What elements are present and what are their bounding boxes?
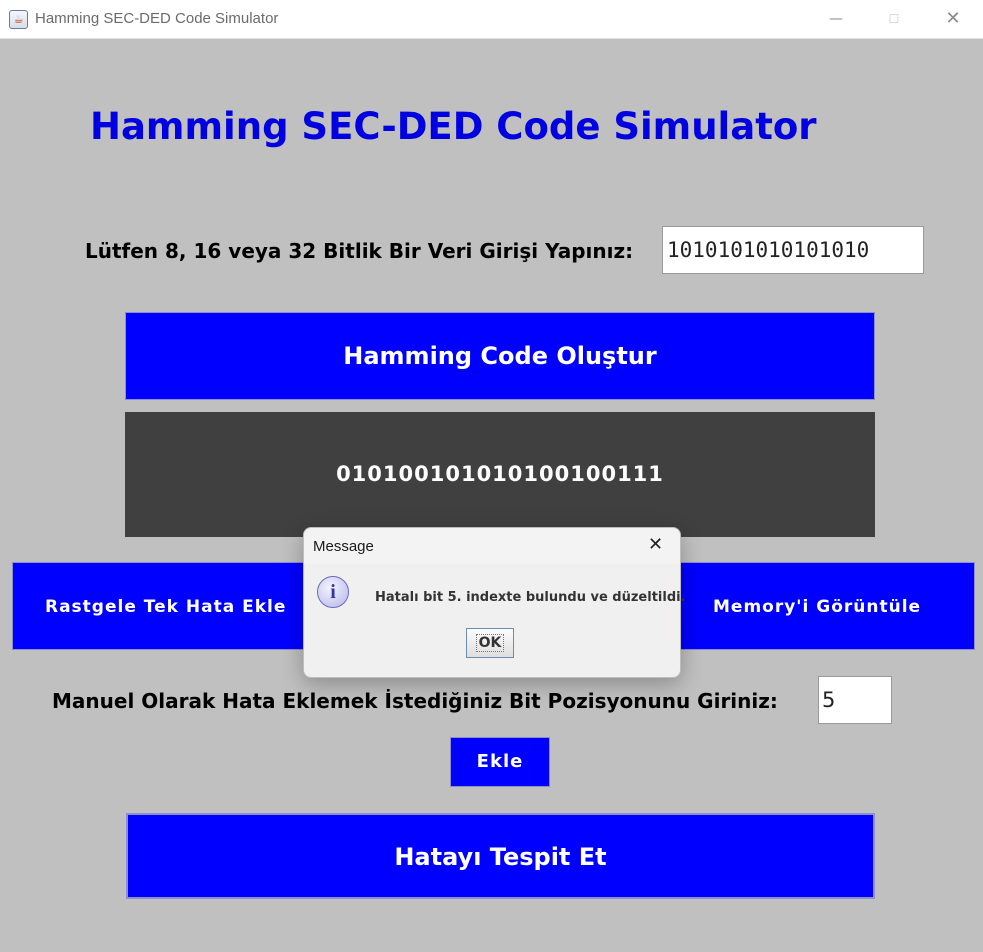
hamming-code-output: 010100101010100100111 [125,412,875,537]
dialog-titlebar: Message ✕ [304,528,680,564]
window-titlebar: ☕ Hamming SEC-DED Code Simulator — ☐ ✕ [0,0,983,39]
maximize-icon[interactable]: ☐ [866,0,922,38]
random-error-button[interactable]: Rastgele Tek Hata Ekle [12,562,312,650]
info-icon: i [317,576,349,608]
dialog-title: Message [313,538,374,555]
view-memory-button[interactable]: Memory'i Görüntüle [670,562,975,650]
generate-hamming-button[interactable]: Hamming Code Oluştur [125,312,875,400]
minimize-icon[interactable]: — [808,0,864,38]
message-dialog: Message ✕ i Hatalı bit 5. indexte bulund… [303,527,686,678]
close-icon[interactable]: ✕ [925,0,981,38]
java-cup-icon: ☕ [9,10,28,29]
ok-button-label: OK [475,634,505,652]
page-title: Hamming SEC-DED Code Simulator [90,105,817,148]
dialog-close-icon[interactable]: ✕ [648,534,663,555]
window-title: Hamming SEC-DED Code Simulator [35,10,279,27]
manual-position-label: Manuel Olarak Hata Eklemek İstediğiniz B… [52,689,778,713]
dialog-message: Hatalı bit 5. indexte bulundu ve düzelti… [375,590,686,605]
detect-error-button[interactable]: Hatayı Tespit Et [126,813,875,899]
ok-button[interactable]: OK [466,628,514,658]
data-input-label: Lütfen 8, 16 veya 32 Bitlik Bir Veri Gir… [85,239,634,263]
data-input-field[interactable] [662,226,924,274]
add-error-button[interactable]: Ekle [450,737,550,787]
bit-position-field[interactable] [818,676,892,724]
